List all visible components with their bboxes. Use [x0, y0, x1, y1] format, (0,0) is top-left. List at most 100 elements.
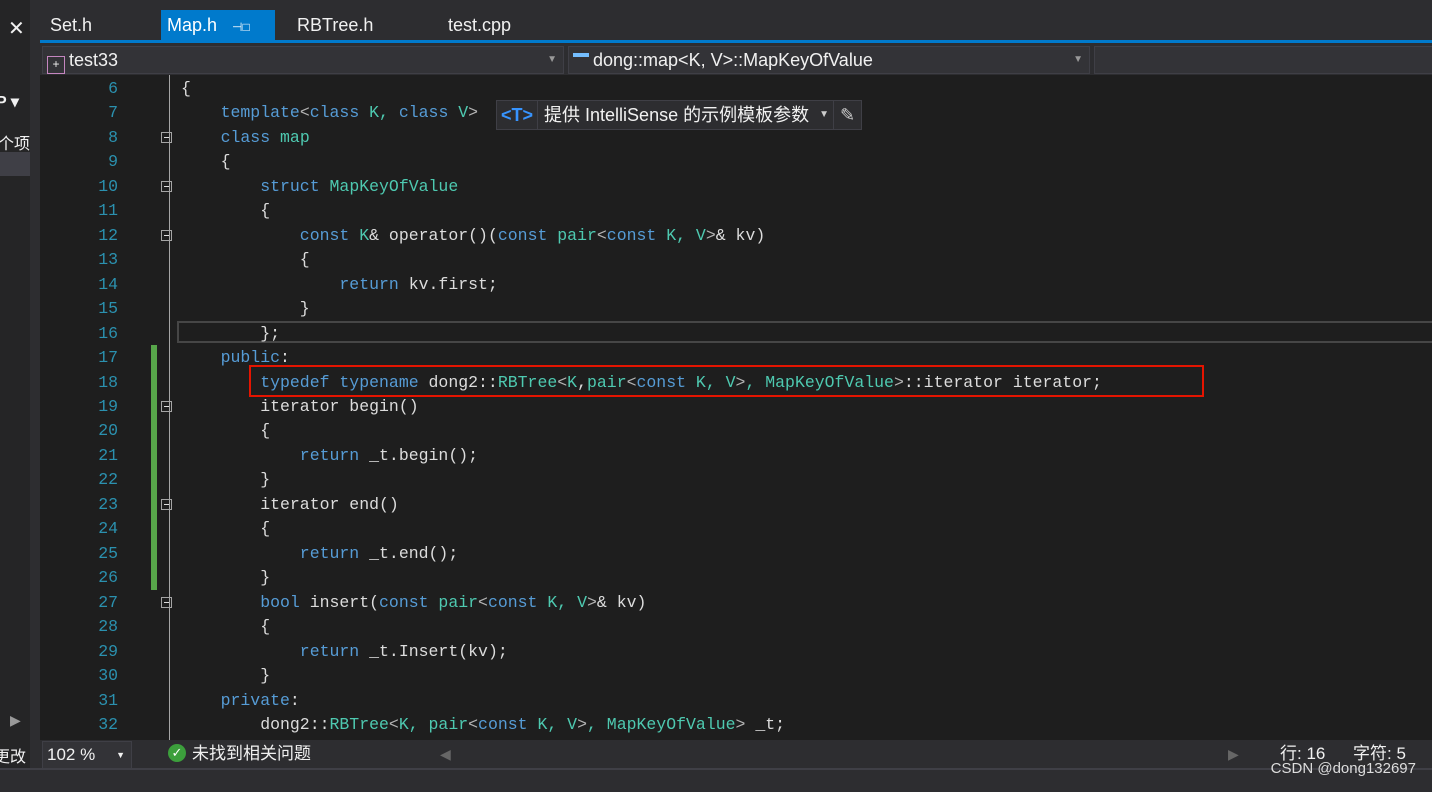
code-line[interactable]: 28 {	[40, 615, 1432, 640]
code-token: class	[398, 103, 449, 123]
code-token: const	[497, 225, 548, 245]
code-token: {	[181, 79, 191, 98]
code-line[interactable]: 29 return _t.Insert(kv);	[40, 640, 1432, 665]
code-token: K	[349, 225, 370, 245]
member-combo[interactable]	[1094, 46, 1432, 74]
code-token: kv.first;	[398, 274, 498, 294]
collapse-icon[interactable]	[161, 596, 172, 608]
zoom-combo[interactable]: 102 % ▼	[42, 741, 132, 769]
line-number: 25	[98, 543, 118, 563]
code-line[interactable]: 22}	[40, 468, 1432, 493]
code-token: {	[260, 201, 271, 221]
line-number: 24	[98, 519, 118, 539]
collapse-icon[interactable]	[161, 180, 172, 192]
collapse-icon[interactable]	[161, 498, 172, 510]
chevron-down-icon[interactable]: ▼	[815, 101, 833, 129]
line-number: 29	[98, 641, 118, 661]
code-token: <	[478, 592, 488, 612]
code-line[interactable]: 16};	[40, 322, 1432, 347]
line-number: 31	[98, 690, 118, 710]
tab-label: test.cpp	[448, 15, 512, 35]
collapse-icon[interactable]	[161, 229, 172, 241]
code-token: class	[220, 127, 271, 147]
code-line[interactable]: 21 return _t.begin();	[40, 444, 1432, 469]
solution-explorer-panel: ✕ P ▾ 个项 ▶ 更改	[0, 0, 30, 790]
code-line[interactable]: 24 {	[40, 517, 1432, 542]
chevron-down-icon: ▼	[1073, 54, 1083, 65]
panel-selection[interactable]	[0, 152, 30, 176]
code-line[interactable]: 15}	[40, 297, 1432, 322]
code-line[interactable]: 6{	[40, 77, 1432, 102]
code-token: return	[339, 274, 399, 294]
code-line[interactable]: 31 private:	[40, 689, 1432, 714]
line-number: 16	[98, 323, 118, 343]
close-icon[interactable]: ✕	[8, 16, 25, 41]
code-line[interactable]: 25 return _t.end();	[40, 542, 1432, 567]
scroll-left-icon[interactable]: ◀	[440, 740, 451, 768]
code-text: {	[260, 419, 270, 444]
watermark: CSDN @dong132697	[1270, 760, 1416, 777]
tab-label: Set.h	[50, 15, 93, 35]
intellisense-template-hint[interactable]: <T> 提供 IntelliSense 的示例模板参数 ▼ ✎	[496, 100, 863, 130]
collapse-icon[interactable]	[161, 400, 172, 412]
code-token: , MapKeyOfValue	[586, 714, 736, 734]
template-icon: <T>	[497, 101, 539, 129]
issues-status[interactable]: 未找到相关问题	[192, 740, 311, 768]
line-number: 11	[98, 201, 118, 221]
code-token: _t.end();	[359, 543, 459, 563]
tab-map-h[interactable]: Map.h ⊣□ ✕	[161, 10, 275, 67]
code-token: struct	[260, 176, 320, 196]
document-tabs: Set.h Map.h ⊣□ ✕ RBTree.h test.cpp	[40, 10, 1432, 67]
code-text: struct MapKeyOfValue	[260, 175, 458, 200]
code-line[interactable]: 32 dong2::RBTree<K, pair<const K, V>, Map…	[40, 713, 1432, 738]
code-line[interactable]: 27 bool insert(const pair<const K, V>& kv…	[40, 591, 1432, 616]
code-token: V	[448, 103, 469, 123]
scope-combo[interactable]: dong::map<K, V>::MapKeyOfValue ▼	[568, 46, 1090, 74]
code-token: return	[299, 445, 360, 465]
code-line[interactable]: 20 {	[40, 419, 1432, 444]
code-line[interactable]: 9{	[40, 150, 1432, 175]
code-line[interactable]: 10 struct MapKeyOfValue	[40, 175, 1432, 200]
line-number: 20	[98, 421, 118, 441]
tab-rbtree-h[interactable]: RBTree.h	[287, 10, 383, 40]
code-text: {	[300, 248, 310, 273]
line-number: 18	[98, 372, 118, 392]
code-token: _t.Insert(kv);	[359, 641, 508, 661]
pin-icon[interactable]: ⊣□	[232, 20, 250, 34]
code-text: };	[260, 322, 280, 347]
tab-test-cpp[interactable]: test.cpp	[438, 10, 521, 40]
code-line[interactable]: 13 {	[40, 248, 1432, 273]
code-line[interactable]: 12 const K& operator()(const pair<const K…	[40, 224, 1432, 249]
code-text: }	[260, 664, 270, 689]
code-token: const	[487, 592, 538, 612]
code-token: const	[379, 592, 429, 612]
panel-status-text: 更改	[0, 749, 27, 766]
navigation-bar: + test33 ▼ dong::map<K, V>::MapKeyOfValue…	[40, 43, 1432, 75]
code-token: map	[270, 127, 310, 147]
code-token: K, pair	[398, 714, 469, 734]
code-editor[interactable]: 6{7 template<class K, class V> 8 class map 9…	[40, 75, 1432, 740]
line-number: 32	[98, 714, 118, 734]
code-token: template	[220, 103, 300, 123]
code-line[interactable]: 30}	[40, 664, 1432, 689]
code-token: K, V	[537, 592, 587, 612]
code-line[interactable]: 11 {	[40, 199, 1432, 224]
collapse-icon[interactable]	[161, 131, 172, 143]
line-number: 13	[98, 250, 118, 270]
code-token: }	[260, 470, 271, 490]
code-text: return _t.Insert(kv);	[300, 640, 508, 665]
code-token: & kv)	[596, 592, 647, 612]
code-line[interactable]: 19 iterator begin()	[40, 395, 1432, 420]
tab-set-h[interactable]: Set.h	[40, 10, 102, 40]
panel-dropdown[interactable]: P ▾	[0, 92, 19, 112]
code-token: <	[388, 714, 399, 734]
project-combo[interactable]: + test33 ▼	[42, 46, 564, 74]
edit-icon[interactable]: ✎	[833, 101, 861, 129]
code-line[interactable]: 26}	[40, 566, 1432, 591]
line-number: 19	[98, 396, 118, 416]
scroll-right-icon[interactable]: ▶	[1228, 740, 1239, 768]
code-text: return _t.begin();	[300, 444, 478, 469]
code-line[interactable]: 14 return kv.first;	[40, 273, 1432, 298]
code-line[interactable]: 23 iterator end()	[40, 493, 1432, 518]
scroll-right-icon[interactable]: ▶	[10, 712, 21, 729]
